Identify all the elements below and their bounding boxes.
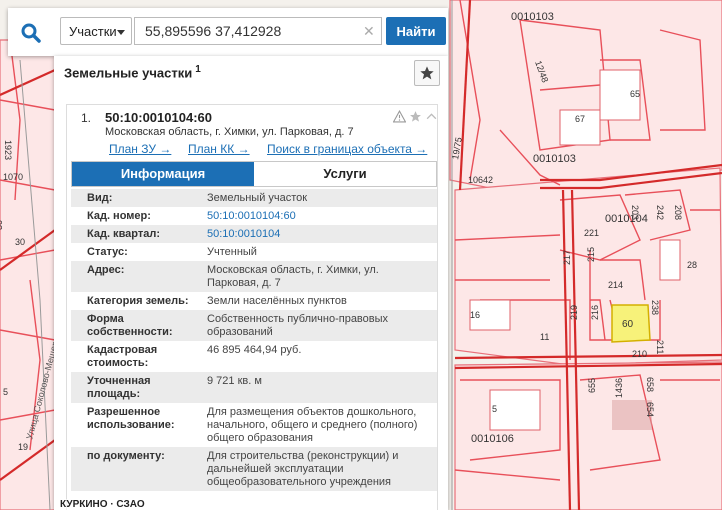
property-value: Земельный участок	[195, 189, 437, 207]
property-value: Учтенный	[195, 243, 437, 261]
map-label: 0010104	[605, 213, 648, 225]
find-button[interactable]: Найти	[386, 17, 446, 45]
table-row: Адрес: Московская область, г. Химки, ул. …	[71, 261, 437, 292]
property-key: Форма собственности:	[71, 310, 195, 341]
table-row: Кад. квартал: 50:10:0010104	[71, 225, 437, 243]
map-label: 242	[655, 205, 665, 220]
property-value: Собственность публично-правовых образова…	[195, 310, 437, 341]
map-label: 30	[15, 237, 25, 247]
clear-icon[interactable]: ✕	[363, 24, 375, 38]
map-label: 1070	[3, 172, 23, 182]
property-key: Разрешенное использование:	[71, 403, 195, 447]
property-key: Вид:	[71, 189, 195, 207]
panel-title: Земельные участки 1	[64, 64, 201, 80]
search-input[interactable]	[134, 17, 382, 45]
property-value: Московская область, г. Химки, ул. Парков…	[195, 261, 437, 292]
tab-services[interactable]: Услуги	[254, 162, 436, 186]
property-value: 9 721 кв. м	[195, 372, 437, 403]
search-icon[interactable]	[20, 22, 42, 44]
favorite-button[interactable]	[414, 60, 440, 86]
map-label: 30	[0, 220, 4, 230]
map-label: 0010106	[471, 433, 514, 445]
result-card: 1. 50:10:0010104:60 Московская область, …	[66, 104, 438, 510]
table-row: Статус: Учтенный	[71, 243, 437, 261]
property-value: 46 895 464,94 руб.	[195, 341, 437, 372]
table-row: по документу: Для строительства (реконстр…	[71, 447, 437, 491]
result-count: 1	[195, 64, 201, 75]
plan-kk-link[interactable]: План КК →	[188, 142, 250, 156]
map-label: 5	[3, 387, 8, 397]
property-key: Статус:	[71, 243, 195, 261]
property-key: Кад. номер:	[71, 207, 195, 225]
map-label: 16	[470, 310, 480, 320]
map-label: 208	[673, 205, 683, 220]
map-label: 238	[650, 300, 660, 315]
map-label: 211	[655, 340, 665, 354]
table-row: Уточненная площадь: 9 721 кв. м	[71, 372, 437, 403]
table-row: Кадастровая стоимость: 46 895 464,94 руб.	[71, 341, 437, 372]
result-index: 1.	[81, 111, 92, 125]
table-row: Форма собственности: Собственность публич…	[71, 310, 437, 341]
map-label: 60	[622, 319, 634, 330]
property-value: Земли населённых пунктов	[195, 292, 437, 310]
map-label: 67	[575, 114, 585, 124]
chevron-down-icon	[117, 30, 125, 35]
map-label: 210	[632, 349, 647, 359]
map-label: 654	[645, 402, 655, 417]
layer-select[interactable]: Участки	[60, 17, 132, 45]
property-key: Уточненная площадь:	[71, 372, 195, 403]
map-label: 655	[587, 378, 597, 393]
map-label: 658	[645, 377, 655, 392]
property-value: Для строительства (реконструкции) и даль…	[195, 447, 437, 491]
plan-zu-link[interactable]: План ЗУ →	[109, 142, 171, 156]
table-row: Разрешенное использование: Для размещения…	[71, 403, 437, 447]
results-panel: Земельные участки 1 1. 50:10:0010104:60 М…	[54, 56, 448, 510]
map-label: 5	[492, 404, 497, 414]
map-label: 214	[608, 280, 623, 290]
property-value: Для размещения объектов дошкольного, нач…	[195, 403, 437, 447]
table-row: Категория земель: Земли населённых пункто…	[71, 292, 437, 310]
map-label: 10642	[468, 175, 493, 185]
result-address: Московская область, г. Химки, ул. Парков…	[105, 126, 354, 138]
tab-info[interactable]: Информация	[72, 162, 254, 186]
warning-icon[interactable]	[393, 110, 406, 123]
map-label: 217	[562, 250, 572, 265]
property-key: Адрес:	[71, 261, 195, 292]
property-key: Категория земель:	[71, 292, 195, 310]
table-row: Кад. номер: 50:10:0010104:60	[71, 207, 437, 225]
map-label: 65	[630, 89, 640, 99]
map-label: 0010103	[511, 11, 554, 23]
search-bar: Участки ✕ Найти	[8, 8, 448, 56]
property-value[interactable]: 50:10:0010104:60	[195, 207, 437, 225]
table-row: Вид: Земельный участок	[71, 189, 437, 207]
result-actions	[393, 110, 438, 123]
map-label: 1436	[614, 378, 624, 398]
properties-table: Вид: Земельный участок Кад. номер: 50:10:0…	[71, 189, 437, 491]
property-key: Кад. квартал:	[71, 225, 195, 243]
layer-select-value: Участки	[69, 24, 117, 39]
map-label: 0010103	[533, 153, 576, 165]
info-tabs: Информация Услуги	[71, 161, 437, 187]
map-label: 19	[18, 442, 28, 452]
map-label: 1923	[3, 140, 13, 160]
panel-title-text: Земельные участки	[64, 65, 193, 81]
map-label: 221	[584, 228, 599, 238]
property-key: по документу:	[71, 447, 195, 491]
chevron-up-icon[interactable]	[425, 110, 438, 123]
map-label: 215	[586, 247, 596, 262]
search-in-bounds-link[interactable]: Поиск в границах объекта →	[267, 142, 427, 156]
map-label: 203	[630, 205, 640, 220]
map-label: 11	[540, 332, 549, 342]
star-icon[interactable]	[409, 110, 422, 123]
property-key: Кадастровая стоимость:	[71, 341, 195, 372]
result-cad-number[interactable]: 50:10:0010104:60	[105, 110, 212, 125]
map-label: 216	[590, 305, 600, 320]
map-label: 219	[569, 305, 579, 320]
district-label: КУРКИНО · СЗАО	[60, 499, 145, 510]
property-value[interactable]: 50:10:0010104	[195, 225, 437, 243]
star-icon	[420, 66, 434, 80]
map-label: 28	[687, 260, 697, 270]
